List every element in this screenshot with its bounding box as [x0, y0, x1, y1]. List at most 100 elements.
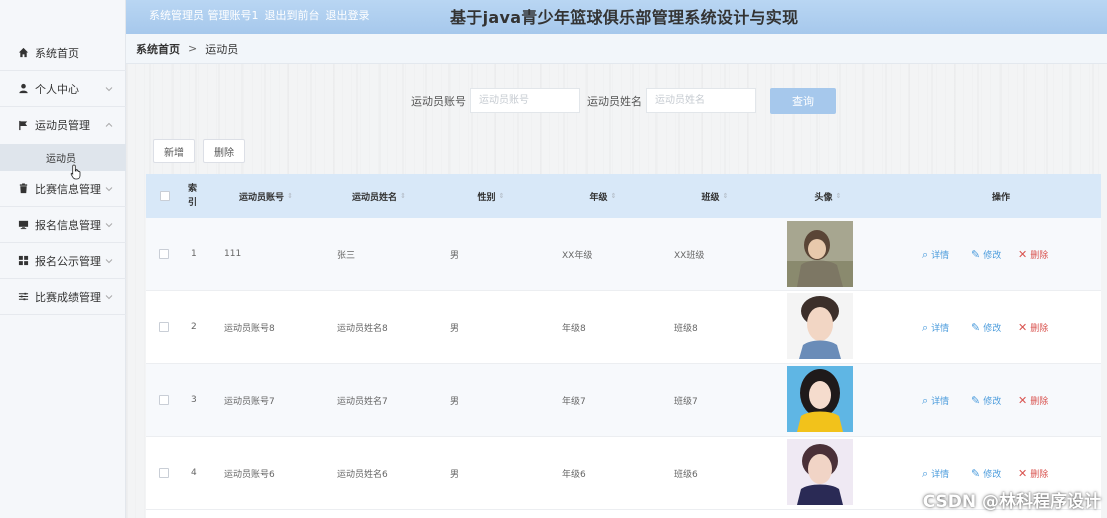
delete-row-button[interactable]: ✕ 删除	[1018, 291, 1048, 363]
pencil-icon: ✎	[971, 320, 981, 334]
cell-grade: XX年级	[562, 250, 593, 261]
cell-index: 3	[191, 395, 197, 405]
home-icon	[17, 47, 29, 59]
flag-icon	[17, 119, 29, 131]
user-icon	[17, 83, 29, 95]
avatar[interactable]	[787, 293, 853, 359]
delete-row-button[interactable]: ✕ 删除	[1018, 364, 1048, 436]
avatar[interactable]	[787, 366, 853, 432]
cell-index: 1	[191, 249, 197, 259]
sidebar-item-athlete-management[interactable]: 运动员管理	[0, 107, 126, 143]
trash-icon	[17, 183, 29, 195]
grid-icon	[17, 255, 29, 267]
cell-grade: 年级7	[562, 396, 586, 407]
header-class[interactable]: 班级 ⇕	[670, 174, 760, 218]
header-avatar[interactable]: 头像 ⇕	[783, 174, 873, 218]
header-index: 索引	[188, 174, 206, 218]
detail-button[interactable]: ⌕ 详情	[922, 291, 949, 363]
chevron-up-icon	[105, 122, 113, 127]
avatar[interactable]	[787, 221, 853, 287]
header-links: 系统管理员 管理账号1 退出到前台 退出登录	[149, 7, 370, 23]
sidebar-item-label: 系统首页	[35, 46, 79, 60]
header-gender-label: 性别	[477, 192, 496, 203]
search-icon: ⌕	[922, 247, 929, 261]
sort-icon: ⇕	[722, 191, 729, 200]
cell-account: 运动员账号7	[224, 396, 275, 407]
pencil-icon: ✎	[971, 393, 981, 407]
row-checkbox[interactable]	[159, 291, 169, 363]
sort-icon: ⇕	[498, 191, 505, 200]
cell-account: 运动员账号6	[224, 469, 275, 480]
header-class-label: 班级	[701, 192, 720, 203]
sidebar-item-personal-center[interactable]: 个人中心	[0, 71, 126, 107]
avatar[interactable]	[787, 439, 853, 505]
row-checkbox[interactable]	[159, 218, 169, 290]
sidebar-subitem-athlete[interactable]: 运动员	[0, 144, 126, 171]
detail-label: 详情	[931, 250, 950, 261]
account-search-label: 运动员账号	[411, 95, 466, 108]
header-actions: 操作	[956, 174, 1046, 218]
search-icon: ⌕	[922, 466, 929, 480]
top-header: 系统管理员 管理账号1 退出到前台 退出登录 基于java青少年篮球俱乐部管理系…	[126, 0, 1107, 34]
back-to-frontend-link[interactable]: 退出到前台	[265, 7, 320, 23]
account-search-input[interactable]	[470, 88, 580, 113]
cell-class: 班级7	[674, 396, 698, 407]
query-button[interactable]: 查询	[770, 88, 836, 114]
sidebar-item-match-results[interactable]: 比赛成绩管理	[0, 279, 126, 315]
breadcrumb-separator: >	[188, 42, 198, 55]
table-row: 2 运动员账号8 运动员姓名8 男 年级8 班级8 ⌕ 详情 ✎ 修改 ✕ 删除	[146, 291, 1101, 364]
name-search-input[interactable]	[646, 88, 756, 113]
edit-label: 修改	[983, 469, 1002, 480]
select-all-checkbox[interactable]	[158, 174, 172, 218]
breadcrumb: 系统首页 > 运动员	[126, 34, 1107, 64]
header-actions-label: 操作	[991, 192, 1010, 203]
cell-gender: 男	[450, 250, 460, 261]
edit-button[interactable]: ✎ 修改	[971, 364, 1001, 436]
sidebar-item-registration-announcement[interactable]: 报名公示管理	[0, 243, 126, 279]
header-account[interactable]: 运动员账号 ⇕	[221, 174, 311, 218]
detail-label: 详情	[931, 323, 950, 334]
cell-account: 运动员账号8	[224, 323, 275, 334]
sidebar-subitem-label: 运动员	[46, 154, 76, 165]
cell-class: 班级6	[674, 469, 698, 480]
delete-label: 删除	[1030, 396, 1049, 407]
sidebar-item-home[interactable]: 系统首页	[0, 35, 126, 71]
table-row: 3 运动员账号7 运动员姓名7 男 年级7 班级7 ⌕ 详情 ✎ 修改 ✕ 删除	[146, 364, 1101, 437]
delete-button[interactable]: 删除	[203, 139, 245, 163]
sidebar-item-label: 比赛成绩管理	[35, 290, 101, 304]
cell-gender: 男	[450, 396, 460, 407]
header-gender[interactable]: 性别 ⇕	[446, 174, 536, 218]
admin-account-link[interactable]: 系统管理员 管理账号1	[149, 7, 259, 23]
table-row: 1 111 张三 男 XX年级 XX班级 ⌕ 详情 ✎ 修改 ✕ 删除	[146, 218, 1101, 291]
header-index-label: 索引	[188, 184, 198, 208]
sort-icon: ⇕	[400, 191, 406, 200]
edit-button[interactable]: ✎ 修改	[971, 291, 1001, 363]
add-button[interactable]: 新增	[153, 139, 195, 163]
sidebar-item-label: 比赛信息管理	[35, 182, 101, 196]
sidebar-item-registration-info[interactable]: 报名信息管理	[0, 207, 126, 243]
row-checkbox[interactable]	[159, 437, 169, 509]
detail-button[interactable]: ⌕ 详情	[922, 218, 949, 290]
header-name[interactable]: 运动员姓名 ⇕	[334, 174, 424, 218]
sort-icon: ⇕	[287, 191, 293, 200]
cell-name: 运动员姓名8	[337, 323, 388, 334]
sidebar-item-label: 个人中心	[35, 82, 79, 96]
cell-account: 111	[224, 249, 242, 259]
row-checkbox[interactable]	[159, 364, 169, 436]
delete-row-button[interactable]: ✕ 删除	[1018, 218, 1048, 290]
detail-button[interactable]: ⌕ 详情	[922, 364, 949, 436]
sidebar-item-match-info[interactable]: 比赛信息管理	[0, 171, 126, 207]
chevron-down-icon	[105, 86, 113, 91]
table-header: 索引 运动员账号 ⇕ 运动员姓名 ⇕ 性别 ⇕ 年级 ⇕ 班级 ⇕ 头像 ⇕ 操作	[146, 174, 1101, 218]
delete-label: 删除	[1030, 323, 1049, 334]
close-icon: ✕	[1018, 247, 1028, 261]
close-icon: ✕	[1018, 466, 1028, 480]
search-icon: ⌕	[922, 393, 929, 407]
breadcrumb-home[interactable]: 系统首页	[136, 41, 180, 57]
logout-link[interactable]: 退出登录	[326, 7, 370, 23]
breadcrumb-current: 运动员	[205, 42, 239, 56]
cell-name: 运动员姓名7	[337, 396, 388, 407]
header-grade[interactable]: 年级 ⇕	[558, 174, 648, 218]
chevron-down-icon	[105, 258, 113, 263]
edit-button[interactable]: ✎ 修改	[971, 218, 1001, 290]
